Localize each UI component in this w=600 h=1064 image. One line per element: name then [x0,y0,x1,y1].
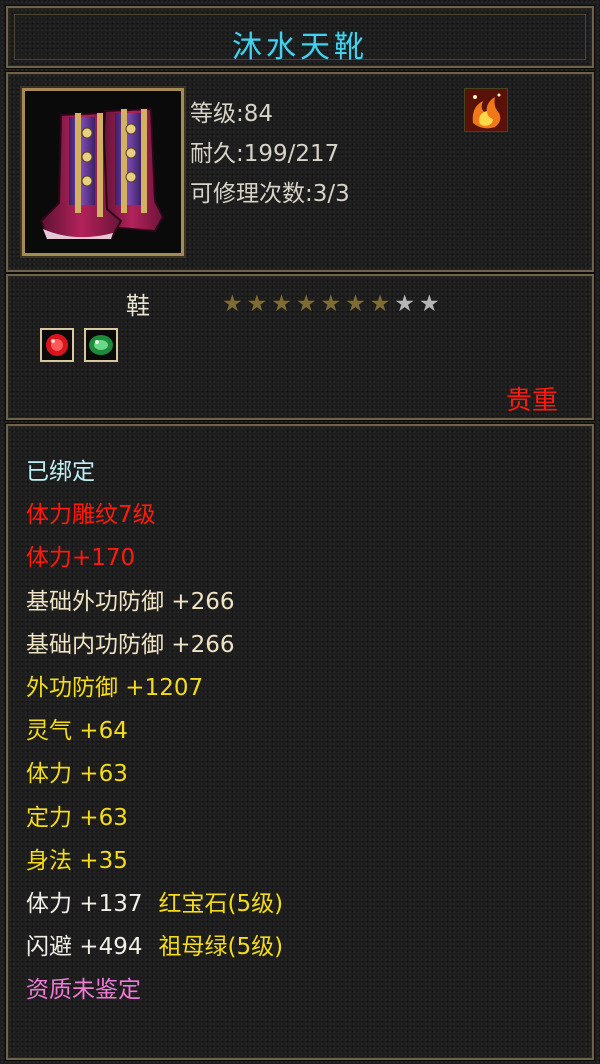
ruby-gem-icon [46,334,68,356]
item-icon-slot[interactable] [22,88,184,256]
item-durability: 耐久:199/217 [190,141,340,167]
rarity-label: 贵重 [505,386,558,416]
star-filled-icon: ★ [295,291,317,317]
stat-line: 体力+170 [26,538,135,572]
star-rating: ★ ★ ★ ★ ★ ★ ★ ★ ★ [222,292,440,316]
flame-badge-icon[interactable] [464,88,508,132]
boots-icon [39,107,165,241]
stat-text: 体力 +137 [26,891,143,917]
emerald-gem-slot[interactable] [84,328,118,362]
stat-line: 已绑定 [26,452,95,486]
stat-line: 基础内功防御 +266 [26,625,234,659]
stat-line: 灵气 +64 [26,711,128,745]
stat-line: 闪避 +494 祖母绿(5级) [26,927,283,961]
stat-text: 资质未鉴定 [26,977,141,1004]
item-header-panel: 等级:84 耐久:199/217 可修理次数:3/3 [6,72,594,272]
stat-line: 基础外功防御 +266 [26,582,234,616]
ruby-gem-slot[interactable] [40,328,74,362]
stat-text: 身法 +35 [26,847,128,874]
star-filled-icon: ★ [271,291,292,317]
stat-line: 定力 +63 [26,798,128,832]
emerald-gem-icon [89,335,113,355]
stat-line: 资质未鉴定 [26,970,141,1004]
stat-text: 已绑定 [26,459,95,485]
item-repair-count: 可修理次数:3/3 [190,181,350,207]
stat-text: 基础内功防御 +266 [26,631,235,658]
item-type-panel: 鞋 ★ ★ ★ ★ ★ ★ ★ ★ ★ 贵重 [6,274,594,420]
stat-line: 体力 +137 红宝石(5级) [26,884,283,918]
star-filled-icon: ★ [320,291,342,317]
stat-text: 闪避 +494 [26,934,143,961]
stat-text: 外功防御 +1207 [26,675,204,701]
item-type-label: 鞋 [126,292,150,320]
star-filled-icon: ★ [222,291,243,317]
stat-line: 外功防御 +1207 [26,668,203,702]
gem-bonus-label: 红宝石(5级) [158,891,284,917]
star-empty-icon: ★ [419,291,440,317]
item-level: 等级:84 [190,101,274,127]
stat-text: 灵气 +64 [26,718,128,745]
stat-line: 体力雕纹7级 [26,495,156,529]
star-filled-icon: ★ [369,291,391,317]
stat-line: 身法 +35 [26,841,128,875]
stat-text: 基础外功防御 +266 [26,588,235,615]
stat-text: 体力雕纹7级 [26,502,156,529]
star-filled-icon: ★ [246,291,268,317]
stat-line: 体力 +63 [26,754,128,788]
star-filled-icon: ★ [345,291,366,317]
stat-text: 体力+170 [26,545,136,572]
gem-bonus-label: 祖母绿(5级) [158,934,284,961]
title-bar: 沐水天靴 [6,6,594,68]
item-title: 沐水天靴 [232,30,368,65]
stat-text: 定力 +63 [26,804,128,831]
star-empty-icon: ★ [394,291,415,317]
stat-text: 体力 +63 [26,761,128,788]
item-stats-panel: 已绑定体力雕纹7级 体力+170 基础外功防御 +266 基础内功防御 +266 外功防… [6,424,594,1060]
